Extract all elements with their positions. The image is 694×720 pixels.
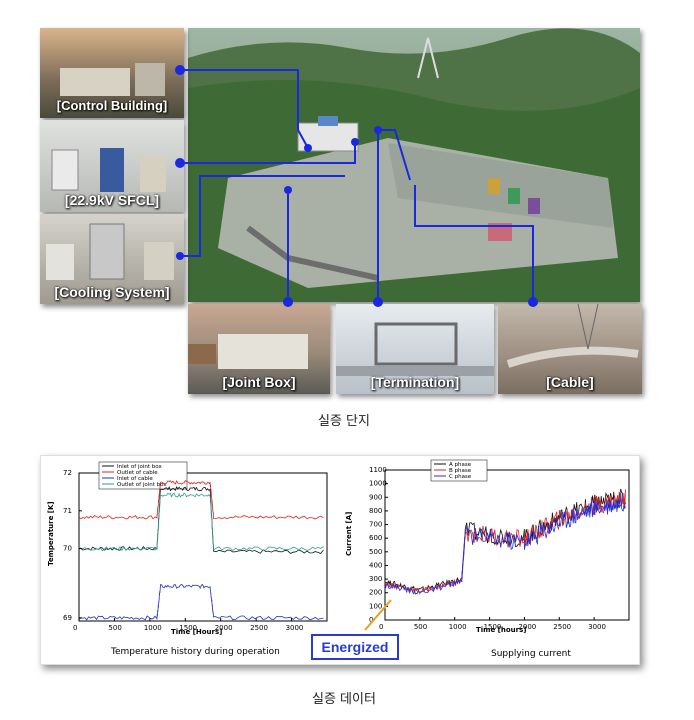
caption-site: 실증 단지 <box>318 414 370 429</box>
y-tick-label: 71 <box>63 507 72 515</box>
temp-y-axis-label: Temperature [K] <box>47 501 55 566</box>
y-tick-label: 72 <box>63 469 72 477</box>
y-tick-label: 900 <box>369 493 382 501</box>
energized-callout: Energized <box>311 634 399 660</box>
legend-label: C phase <box>449 474 472 480</box>
temp-legend: Inlet of joint boxOutlet of cableInlet o… <box>98 461 188 490</box>
cur-caption: Supplying current <box>491 649 571 659</box>
x-tick-label: 1000 <box>449 623 467 631</box>
x-tick-label: 500 <box>108 624 121 632</box>
x-tick-label: 1000 <box>144 624 162 632</box>
caption-data: 실증 데이터 <box>312 692 376 707</box>
y-tick-label: 1000 <box>369 480 387 488</box>
x-tick-label: 0 <box>73 624 77 632</box>
cur-plot-frame <box>384 469 630 621</box>
y-tick-label: 400 <box>369 561 382 569</box>
series-line-0 <box>78 485 324 554</box>
y-tick-label: 500 <box>369 548 382 556</box>
cur-legend: A phaseB phaseC phase <box>430 459 488 482</box>
x-tick-label: 2500 <box>553 623 571 631</box>
x-tick-label: 1500 <box>484 623 502 631</box>
temp-ticks: 0 500 1000 1500 2000 2500 3000 72 71 70 69 <box>63 469 303 632</box>
series-line-3 <box>78 492 324 551</box>
x-tick-label: 2500 <box>250 624 268 632</box>
x-tick-label: 3000 <box>588 623 606 631</box>
series-line-2 <box>78 583 324 621</box>
y-tick-label: 600 <box>369 534 382 542</box>
cur-series-group <box>384 488 626 595</box>
x-tick-label: 2000 <box>518 623 536 631</box>
x-tick-label: 3000 <box>286 624 304 632</box>
temperature-chart: Temperature [K] Time [Hours] Temperature… <box>47 461 328 657</box>
series-line-2 <box>384 493 626 595</box>
y-tick-label: 1100 <box>369 466 387 474</box>
y-tick-label: 700 <box>369 521 382 529</box>
charts-panel: Temperature [K] Time [Hours] Temperature… <box>40 455 640 665</box>
x-tick-label: 2000 <box>215 624 233 632</box>
temp-caption: Temperature history during operation <box>110 647 280 657</box>
y-tick-label: 800 <box>369 507 382 515</box>
cur-y-axis-label: Current [A] <box>345 512 353 556</box>
cur-ticks: 0 500 1000 1500 2000 2500 30001100100090080070… <box>369 466 606 631</box>
temp-series-group <box>78 480 324 621</box>
energized-arrow <box>364 599 392 631</box>
connector-lines <box>175 65 538 307</box>
site-collage: [Control Building] [22.9kV SFCL] [Coolin… <box>0 0 694 400</box>
x-tick-label: 1500 <box>179 624 197 632</box>
y-tick-label: 70 <box>63 545 72 553</box>
y-tick-label: 69 <box>63 614 72 622</box>
x-tick-label: 500 <box>414 623 427 631</box>
y-tick-label: 300 <box>369 575 382 583</box>
